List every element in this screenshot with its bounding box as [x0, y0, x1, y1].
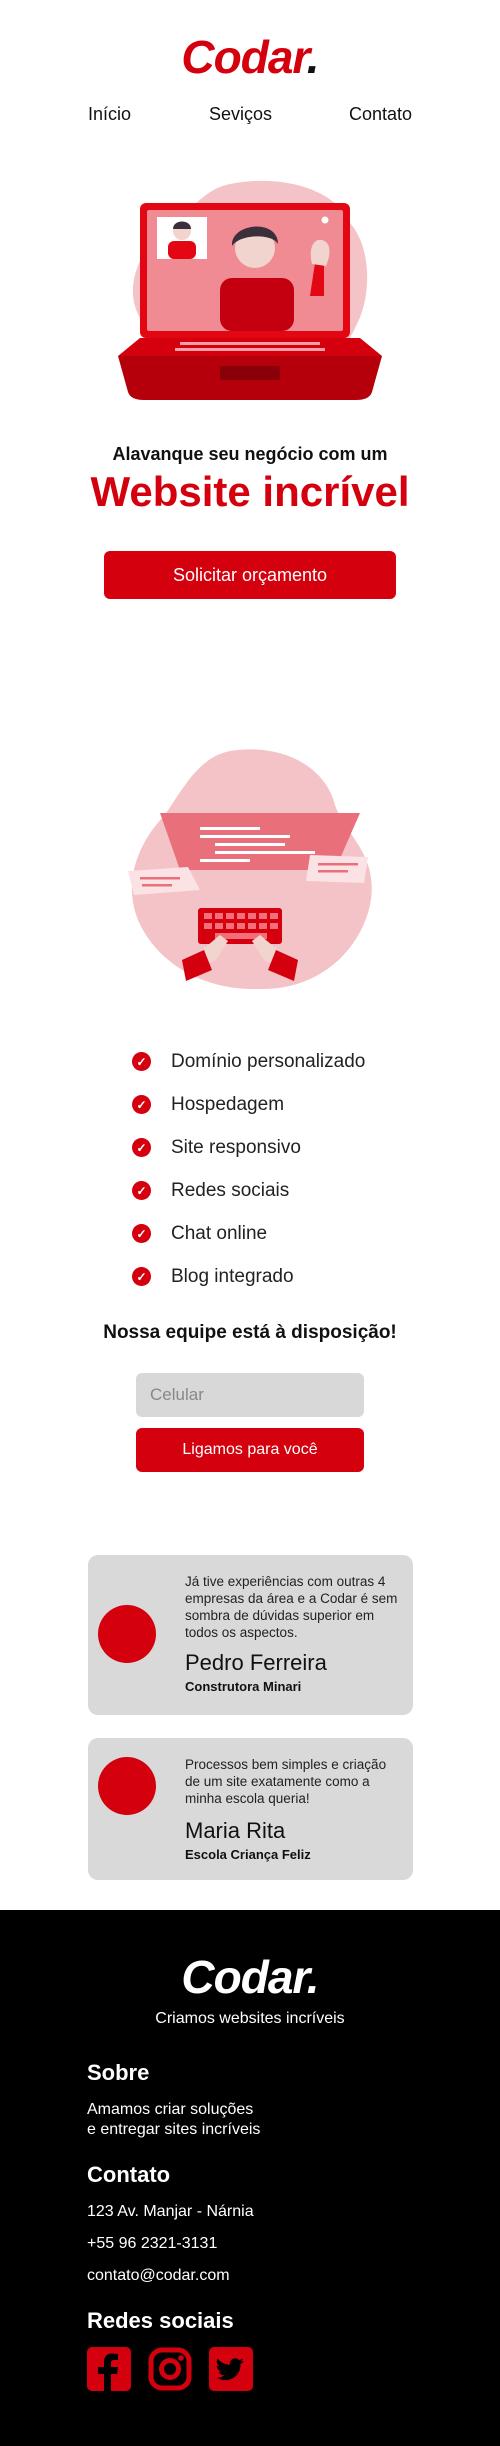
check-icon: ✓ [132, 1095, 151, 1114]
feature-label: Domínio personalizado [171, 1050, 366, 1072]
testimonial-quote: Processos bem simples e criação de um si… [185, 1757, 387, 1806]
nav-item-servicos[interactable]: Seviços [209, 104, 272, 125]
check-icon: ✓ [132, 1052, 151, 1071]
call-me-button[interactable]: Ligamos para você [136, 1428, 364, 1472]
testimonial-name: Maria Rita [185, 1818, 286, 1843]
testimonial-quote: Já tive experiências com outras 4 empres… [185, 1574, 398, 1640]
phone-text[interactable]: +55 96 2321-3131 [87, 2234, 217, 2254]
about-heading: Sobre [87, 2060, 150, 2085]
page: Codar. Início Seviços Contato Alavanque … [0, 0, 500, 2446]
social-links [87, 2347, 253, 2391]
about-text-line: e entregar sites incríveis [87, 2121, 261, 2138]
facebook-icon[interactable] [87, 2347, 131, 2391]
hero-subtitle: Alavanque seu negócio com um [112, 444, 388, 464]
check-icon: ✓ [132, 1181, 151, 1200]
social-heading: Redes sociais [87, 2308, 234, 2333]
feature-label: Site responsivo [171, 1136, 301, 1158]
footer: Codar. Criamos websites incríveis Sobre … [0, 1910, 500, 2446]
instagram-icon[interactable] [148, 2347, 192, 2391]
brand-dot: . [306, 31, 320, 83]
brand-name: Codar [181, 31, 307, 83]
phone-input[interactable] [136, 1373, 364, 1417]
brand-logo[interactable]: Codar. [0, 30, 500, 84]
testimonial-company: Escola Criança Feliz [185, 1847, 311, 1862]
testimonial-company: Construtora Minari [185, 1679, 302, 1694]
hero-title: Website incrível [90, 468, 410, 515]
code-editor-keyboard-icon [128, 749, 372, 990]
feature-item: ✓ Redes sociais [132, 1169, 365, 1212]
laptop-video-call-icon [118, 180, 382, 400]
testimonial-card: Processos bem simples e criação de um si… [88, 1738, 413, 1880]
twitter-icon[interactable] [209, 2347, 253, 2391]
features-list: ✓ Domínio personalizado ✓ Hospedagem ✓ Site… [132, 1040, 365, 1298]
address-text: 123 Av. Manjar - Nárnia [87, 2203, 254, 2220]
about-text-line: Amamos criar soluções [87, 2101, 254, 2118]
avatar [98, 1757, 156, 1815]
check-icon: ✓ [132, 1267, 151, 1286]
testimonial-card: Já tive experiências com outras 4 empres… [88, 1555, 413, 1715]
contact-heading: Contato [87, 2162, 171, 2187]
email-link[interactable]: contato@codar.com [87, 2266, 230, 2286]
feature-item: ✓ Domínio personalizado [132, 1040, 365, 1083]
feature-item: ✓ Site responsivo [132, 1126, 365, 1169]
check-icon: ✓ [132, 1138, 151, 1157]
request-quote-button[interactable]: Solicitar orçamento [104, 551, 396, 599]
feature-label: Hospedagem [171, 1093, 285, 1115]
footer-logo[interactable]: Codar. [0, 1950, 500, 2004]
nav-item-inicio[interactable]: Início [88, 104, 131, 125]
feature-item: ✓ Hospedagem [132, 1083, 365, 1126]
avatar [98, 1605, 156, 1663]
feature-label: Blog integrado [171, 1265, 294, 1287]
check-icon: ✓ [132, 1224, 151, 1243]
nav-item-contato[interactable]: Contato [349, 104, 412, 125]
feature-label: Chat online [171, 1222, 268, 1244]
feature-item: ✓ Chat online [132, 1212, 365, 1255]
footer-tagline: Criamos websites incríveis [155, 2010, 345, 2027]
feature-item: ✓ Blog integrado [132, 1255, 365, 1298]
team-available-heading: Nossa equipe está à disposição! [103, 1322, 397, 1343]
feature-label: Redes sociais [171, 1179, 290, 1201]
main-nav: Início Seviços Contato [0, 104, 500, 130]
testimonial-name: Pedro Ferreira [185, 1650, 327, 1675]
